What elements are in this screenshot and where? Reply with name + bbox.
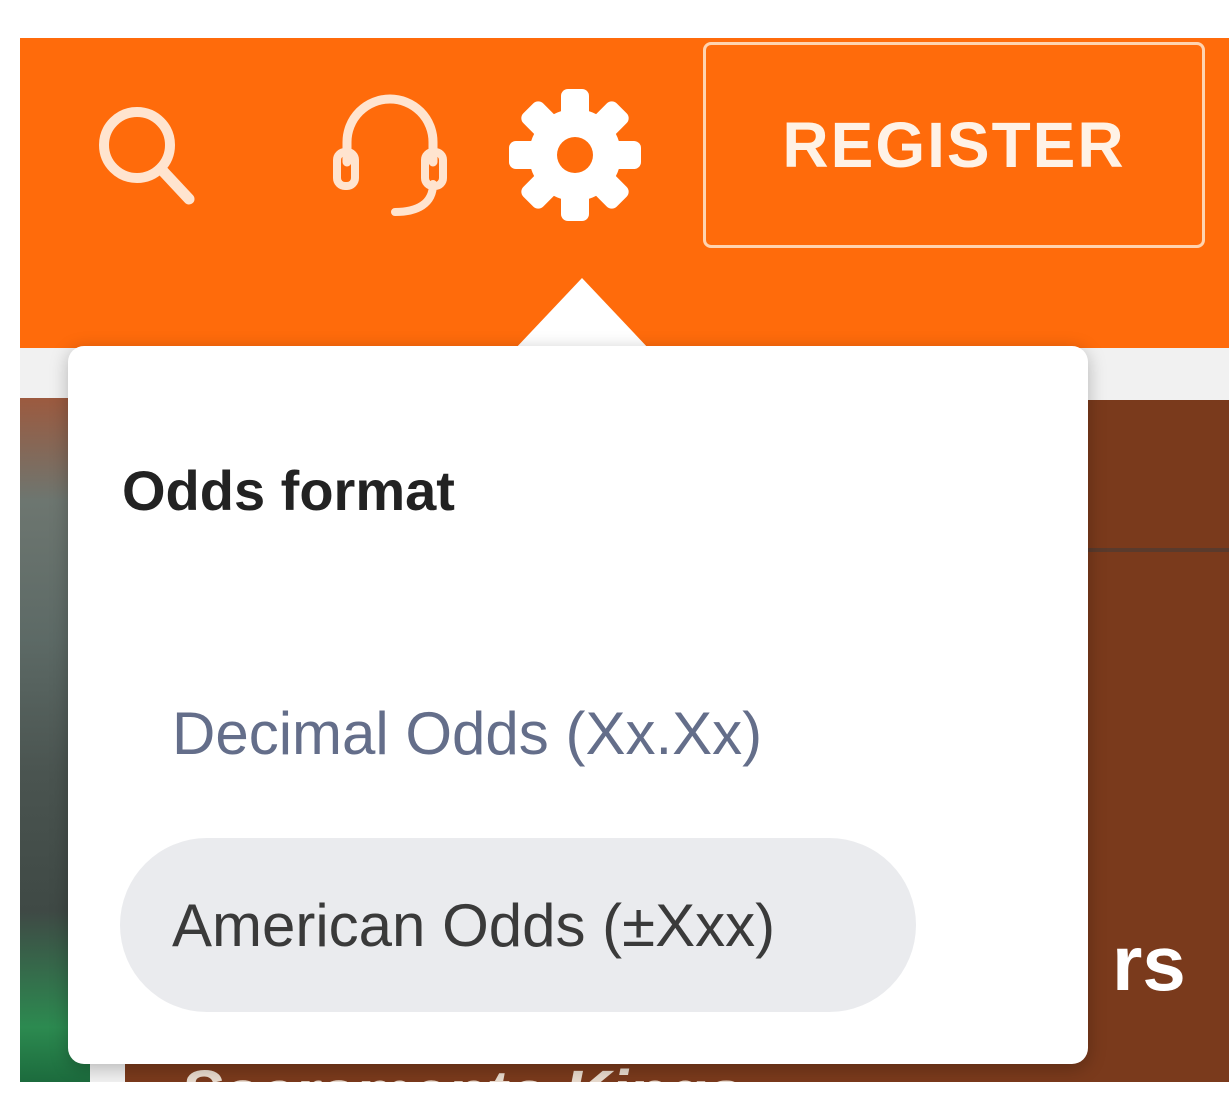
popover-title: Odds format — [122, 459, 455, 522]
odds-format-popover: Odds format Decimal Odds (Xx.Xx) America… — [68, 346, 1088, 1064]
option-label: American Odds (±Xxx) — [172, 891, 776, 959]
background-partial-text: rs — [1112, 919, 1186, 1007]
app-frame: REGISTER rs Sacramento Kings Odds format… — [20, 38, 1229, 1082]
option-label: Decimal Odds (Xx.Xx) — [172, 699, 763, 767]
option-american-odds[interactable]: American Odds (±Xxx) — [120, 838, 916, 1012]
option-decimal-odds[interactable]: Decimal Odds (Xx.Xx) — [120, 646, 916, 820]
search-icon[interactable] — [82, 90, 212, 220]
popover-arrow — [514, 278, 650, 350]
headset-icon[interactable] — [320, 80, 460, 220]
register-button[interactable]: REGISTER — [703, 42, 1205, 248]
gear-icon[interactable] — [502, 82, 648, 228]
